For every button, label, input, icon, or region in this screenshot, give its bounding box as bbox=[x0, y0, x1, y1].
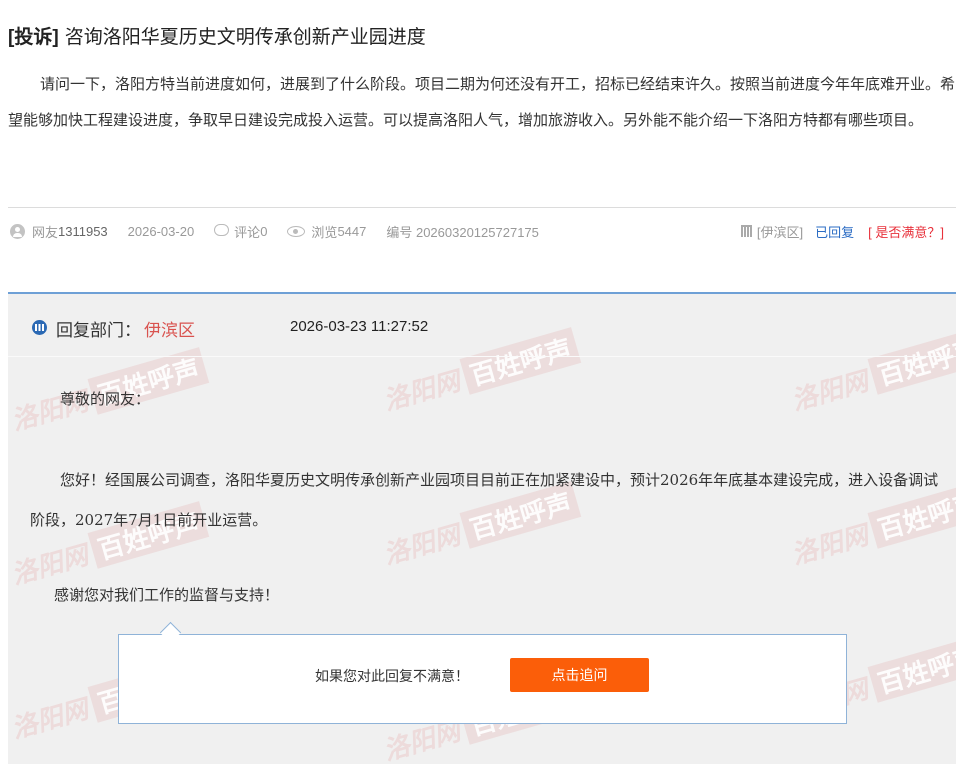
reply-paragraph: 您好！经国展公司调查，洛阳华夏历史文明传承创新产业园项目目前正在加紧建设中，预计… bbox=[30, 471, 939, 529]
reply-dept-name[interactable]: 伊滨区 bbox=[144, 316, 195, 341]
satisfaction-link[interactable]: [ 是否满意？] bbox=[868, 222, 944, 241]
post-status: [伊滨区] 已回复 [ 是否满意？] bbox=[740, 222, 944, 241]
post-tag: [投诉] bbox=[8, 27, 59, 48]
comments-prefix: 评论 bbox=[234, 224, 261, 240]
post-id: 编号 20260320125727175 bbox=[386, 224, 539, 240]
eye-icon bbox=[287, 225, 306, 237]
district-link[interactable]: [伊滨区] bbox=[757, 222, 803, 241]
reply-header: 回复部门： 伊滨区 2026-03-23 11:27:52 bbox=[8, 294, 956, 357]
reply-greeting: 尊敬的网友： bbox=[60, 390, 151, 408]
post-date: 2026-03-20 bbox=[127, 223, 195, 239]
post-body: 请问一下，洛阳方特当前进度如何，进展到了什么阶段。项目二期为何还没有开工，招标已… bbox=[8, 75, 956, 129]
reply-thanks: 感谢您对我们工作的监督与支持！ bbox=[54, 586, 280, 604]
post-title-text: 咨询洛阳华夏历史文明传承创新产业园进度 bbox=[64, 26, 426, 48]
department-badge-icon bbox=[32, 320, 47, 335]
comment-icon bbox=[214, 224, 230, 236]
followup-popup: 如果您对此回复不满意！ 点击追问 bbox=[118, 621, 847, 724]
post-meta: 网友 1311953 2026-03-20 评论 0 浏览 5447 编号 20… bbox=[10, 222, 539, 240]
user-icon bbox=[10, 223, 25, 239]
reply-datetime: 2026-03-23 11:27:52 bbox=[290, 318, 429, 335]
replied-status: 已回复 bbox=[815, 224, 855, 240]
reply-dept-label: 回复部门： bbox=[56, 321, 141, 341]
divider bbox=[8, 207, 956, 208]
department-icon bbox=[740, 225, 752, 237]
views-prefix: 浏览 bbox=[311, 224, 338, 240]
author-id[interactable]: 1311953 bbox=[58, 224, 108, 239]
views-count: 5447 bbox=[337, 223, 367, 239]
post-title: [投诉] 咨询洛阳华夏历史文明传承创新产业园进度 bbox=[8, 22, 426, 49]
followup-prompt: 如果您对此回复不满意！ bbox=[315, 669, 469, 685]
comments-count: 0 bbox=[260, 223, 268, 239]
author-prefix: 网友 bbox=[32, 224, 59, 240]
followup-button[interactable]: 点击追问 bbox=[510, 658, 649, 692]
